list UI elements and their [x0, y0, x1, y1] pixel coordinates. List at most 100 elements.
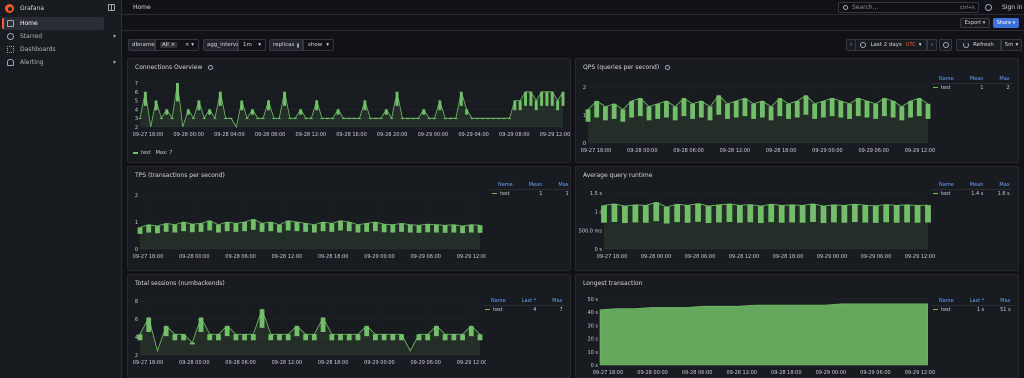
legend-value: 2	[1006, 85, 1010, 91]
zoom-out-button[interactable]	[939, 39, 952, 51]
search-placeholder: Search...	[852, 4, 879, 11]
panel-longest-transaction[interactable]: Longest transaction 50 s 40 s 30 s 20 s 10 s…	[575, 274, 1019, 378]
legend-item[interactable]: test Max: 7	[133, 150, 172, 156]
x-tick-label: 09-28 00:00	[179, 254, 210, 260]
longest-transaction-chart[interactable]: 50 s 40 s 30 s 20 s 10 s 0 s09-27 18:00 09-28 …	[576, 295, 936, 378]
star-icon	[7, 33, 14, 40]
dock-menu-icon[interactable]	[108, 4, 115, 11]
refresh-interval-select[interactable]: 5m ▾	[1001, 39, 1022, 51]
chevron-down-icon[interactable]: ▾	[113, 33, 116, 40]
legend-row[interactable]: test 4 7	[483, 306, 565, 315]
legend-table: Name Mean Max test 1 1	[490, 181, 571, 198]
time-range-picker[interactable]: Last 2 days UTC ▾	[855, 39, 927, 51]
panel-title-text: Longest transaction	[583, 280, 643, 287]
legend-column-header[interactable]: Mean	[955, 181, 986, 190]
sessions-chart[interactable]: 8 6 4 209-27 18:00 09-28 00:00 09-28 06:00 09-…	[128, 295, 486, 378]
info-icon[interactable]	[665, 65, 671, 70]
chevron-down-icon[interactable]: ▾	[113, 59, 116, 66]
y-tick-label: 0 s	[591, 363, 599, 369]
export-button[interactable]: Export ▾	[960, 18, 990, 28]
legend-column-header[interactable]: Last *	[507, 297, 539, 306]
search-icon	[843, 5, 848, 10]
dbname-select[interactable]: All × × ▾	[155, 39, 199, 51]
legend-row[interactable]: test 1 2	[931, 84, 1012, 93]
sidebar-item-home[interactable]: Home	[2, 17, 104, 30]
avg-runtime-chart[interactable]: 1.5 s1 s500.0 ms0 s09-27 18:00 09-28 00:0…	[576, 189, 936, 271]
chevron-down-icon[interactable]: × ▾	[185, 42, 194, 48]
replicas-select[interactable]: show ▾	[303, 39, 334, 51]
y-tick-label: 1.5 s	[590, 191, 603, 197]
y-tick-label: 0 s	[595, 247, 603, 253]
legend-column-header[interactable]: Name	[931, 297, 956, 306]
panel-connections-overview[interactable]: Connections Overview 7 6 5 4 3 2 09-27 18:00 09…	[127, 58, 571, 163]
sidebar-item-label: Dashboards	[20, 46, 56, 53]
y-tick-label: 1	[583, 113, 586, 119]
legend-column-header[interactable]: Mean	[514, 181, 545, 190]
legend-series-max: Max: 7	[155, 150, 173, 156]
search-input[interactable]: Search... ctrl+k	[838, 2, 979, 13]
info-icon[interactable]	[297, 42, 300, 48]
info-icon[interactable]	[208, 65, 214, 70]
series-swatch	[933, 86, 938, 89]
sidebar-header: Grafana	[0, 0, 121, 17]
legend-header-row: Name Mean Max	[931, 75, 1012, 84]
legend-column-header[interactable]: Name	[931, 181, 956, 190]
legend-row[interactable]: test 1 1	[490, 190, 571, 199]
legend-row[interactable]: test 1 s 51 s	[931, 306, 1013, 315]
legend-column-header[interactable]: Max	[538, 297, 565, 306]
x-tick-label: 09-28 18:00	[771, 370, 802, 376]
agg-interval-select[interactable]: 1m ▾	[238, 39, 266, 51]
series-fill	[604, 202, 928, 249]
legend-column-header[interactable]: Max	[985, 181, 1012, 190]
legend-column-header[interactable]: Name	[483, 297, 508, 306]
grafana-logo-icon[interactable]	[5, 4, 14, 13]
x-tick-label: 09-29 00:00	[418, 132, 449, 138]
replicas-value: show	[308, 42, 323, 48]
legend-value: 7	[559, 307, 563, 313]
x-tick-label: 09-29 00:00	[817, 254, 848, 260]
panel-title-text: Average query runtime	[583, 172, 653, 179]
legend-column-header[interactable]: Name	[931, 75, 956, 84]
legend-column-header[interactable]: Name	[490, 181, 515, 190]
legend-column-header[interactable]: Max	[986, 297, 1013, 306]
panel-tps[interactable]: TPS (transactions per second) 2 1 0 09-27 1…	[127, 166, 571, 271]
panel-total-sessions[interactable]: Total sessions (numbackends) 8 6 4 2 09-27 1…	[127, 274, 571, 378]
y-tick-label: 8	[135, 299, 138, 305]
panel-title-text: QPS (queries per second)	[583, 64, 660, 71]
legend-series-name: test	[483, 306, 508, 315]
y-tick-label: 4	[135, 107, 138, 113]
connections-chart[interactable]: 7 6 5 4 3 209-27 18:00 09-28 00:00 09-28 04:00 0…	[128, 75, 572, 155]
x-tick-label: 09-27 18:00	[133, 254, 164, 260]
legend-column-header[interactable]: Max	[985, 75, 1012, 84]
x-tick-label: 09-29 06:00	[410, 360, 441, 366]
legend-row[interactable]: test 1.4 s 1.6 s	[931, 190, 1012, 199]
sign-in-link[interactable]: Sign in	[1002, 4, 1022, 11]
panel-qps[interactable]: QPS (queries per second) 2 1 0 09-27 18:00 0…	[575, 58, 1019, 163]
share-button[interactable]: Share ▾	[993, 18, 1019, 28]
sidebar-item-alerting[interactable]: Alerting ▾	[2, 56, 116, 69]
y-tick-label: 40 s	[587, 310, 598, 316]
help-icon[interactable]	[985, 4, 992, 11]
sidebar-item-dashboards[interactable]: Dashboards	[2, 43, 104, 56]
legend-header-row: Name Last * Max	[483, 297, 565, 306]
refresh-button[interactable]: Refresh	[956, 39, 1001, 51]
sidebar-item-starred[interactable]: Starred ▾	[2, 30, 116, 43]
legend-table: Name Last * Max test 4 7	[483, 297, 565, 314]
time-shift-forward-button[interactable]: ›	[927, 39, 937, 51]
series-swatch	[933, 192, 938, 195]
sidebar-item-label: Home	[20, 20, 38, 27]
legend-column-header[interactable]: Max	[544, 181, 571, 190]
tps-chart[interactable]: 2 1 009-27 18:00 09-28 00:00 09-28 06:00 09-2…	[128, 189, 486, 271]
panel-average-query-runtime[interactable]: Average query runtime 1.5 s1 s 500.0 ms 0 …	[575, 166, 1019, 271]
panel-title: Average query runtime	[583, 172, 652, 179]
x-tick-label: 09-29 00:00	[816, 370, 847, 376]
x-tick-label: 09-29 06:00	[858, 148, 889, 154]
legend-column-header[interactable]: Mean	[955, 75, 986, 84]
breadcrumb[interactable]: Home	[133, 4, 151, 11]
x-tick-label: 09-29 04:00	[458, 132, 489, 138]
legend-series-name: test	[931, 190, 956, 199]
qps-chart[interactable]: 2 1 009-27 18:00 09-28 00:00 09-28 06:00 09-2…	[576, 83, 936, 163]
x-tick-label: 09-28 18:00	[766, 148, 797, 154]
legend-column-header[interactable]: Last *	[955, 297, 987, 306]
dbname-chip[interactable]: All ×	[160, 42, 178, 48]
